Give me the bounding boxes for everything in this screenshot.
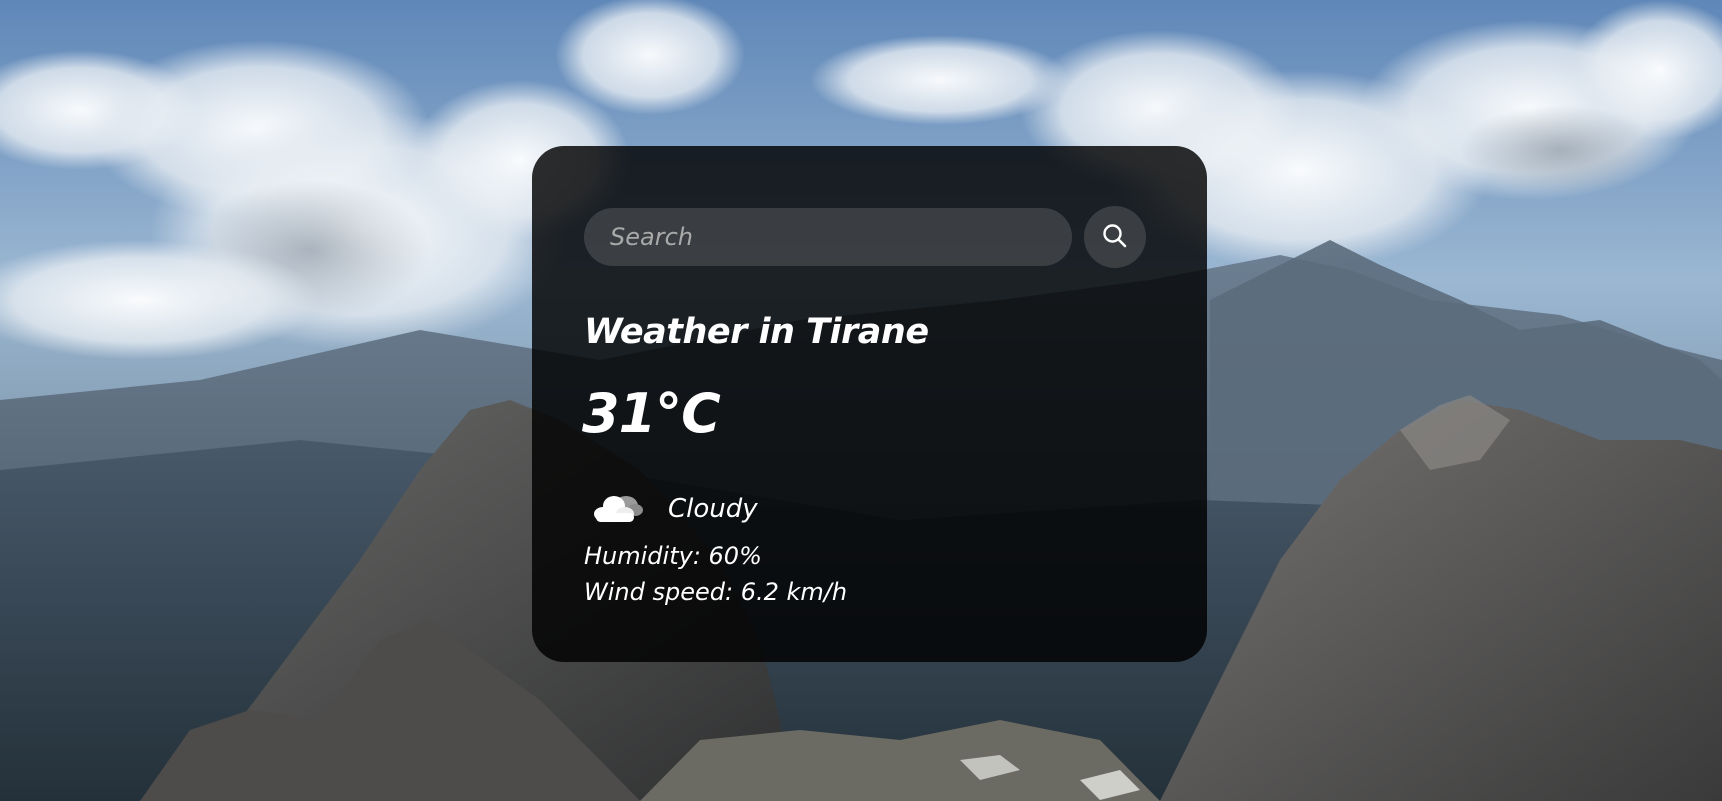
search-button[interactable]: [1084, 206, 1146, 268]
city-title: Weather in Tirane: [584, 312, 929, 352]
cloud-icon: [590, 489, 644, 529]
condition-row: Cloudy: [590, 486, 758, 532]
condition-text: Cloudy: [668, 494, 758, 524]
search-input[interactable]: [584, 208, 1072, 266]
search-icon: [1100, 221, 1130, 254]
wind-speed-text: Wind speed: 6.2 km/h: [584, 578, 848, 606]
humidity-text: Humidity: 60%: [584, 542, 762, 570]
weather-card: Weather in Tirane 31°C Cloudy Humidity: …: [532, 146, 1207, 662]
temperature: 31°C: [582, 382, 721, 445]
search-bar: [584, 206, 1146, 268]
